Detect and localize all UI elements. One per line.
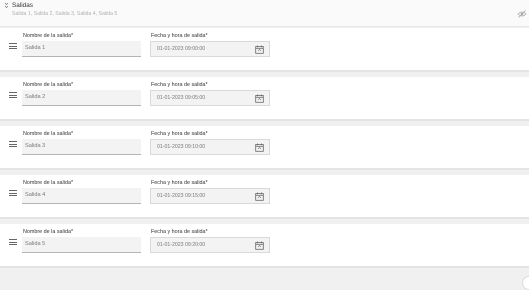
datetime-field-label: Fecha y hora de salida* — [151, 33, 208, 39]
name-field-label: Nombre de la salida* — [23, 131, 74, 137]
datetime-input[interactable]: 01-01-2023 09:05:00 — [150, 90, 270, 106]
calendar-icon[interactable] — [255, 143, 264, 152]
name-input[interactable]: Salida 2 — [22, 90, 141, 106]
name-input[interactable]: Salida 1 — [22, 41, 141, 57]
drag-handle-icon[interactable] — [9, 92, 17, 98]
section-header[interactable]: Salidas Salida 1, Salida 2, Salida 3, Sa… — [0, 0, 529, 27]
section-summary: Salida 1, Salida 2, Salida 3, Salida 4, … — [12, 11, 118, 17]
datetime-input[interactable]: 01-01-2023 09:15:00 — [150, 188, 270, 204]
name-input[interactable]: Salida 5 — [22, 237, 141, 253]
salida-row: Nombre de la salida* Salida 3 Fecha y ho… — [0, 126, 529, 170]
datetime-field-label: Fecha y hora de salida* — [151, 82, 208, 88]
calendar-icon[interactable] — [255, 45, 264, 54]
section-title: Salidas — [12, 2, 33, 9]
datetime-value: 01-01-2023 09:15:00 — [157, 193, 206, 199]
calendar-icon[interactable] — [255, 192, 264, 201]
drag-handle-icon[interactable] — [9, 239, 17, 245]
drag-handle-icon[interactable] — [9, 190, 17, 196]
datetime-field-label: Fecha y hora de salida* — [151, 131, 208, 137]
datetime-value: 01-01-2023 09:10:00 — [157, 144, 206, 150]
name-field-label: Nombre de la salida* — [23, 33, 74, 39]
salida-row: Nombre de la salida* Salida 1 Fecha y ho… — [0, 28, 529, 72]
chevron-collapse-icon[interactable] — [4, 2, 9, 9]
name-input[interactable]: Salida 4 — [22, 188, 141, 204]
salida-row: Nombre de la salida* Salida 5 Fecha y ho… — [0, 224, 529, 268]
salida-row: Nombre de la salida* Salida 2 Fecha y ho… — [0, 77, 529, 121]
drag-handle-icon[interactable] — [9, 141, 17, 147]
eye-off-icon[interactable] — [517, 5, 527, 18]
datetime-input[interactable]: 01-01-2023 09:20:00 — [150, 237, 270, 253]
salida-row: Nombre de la salida* Salida 4 Fecha y ho… — [0, 175, 529, 219]
datetime-value: 01-01-2023 09:00:00 — [157, 46, 206, 52]
name-field-label: Nombre de la salida* — [23, 229, 74, 235]
calendar-icon[interactable] — [255, 241, 264, 250]
datetime-value: 01-01-2023 09:20:00 — [157, 242, 206, 248]
name-field-label: Nombre de la salida* — [23, 82, 74, 88]
calendar-icon[interactable] — [255, 94, 264, 103]
datetime-input[interactable]: 01-01-2023 09:00:00 — [150, 41, 270, 57]
name-field-label: Nombre de la salida* — [23, 180, 74, 186]
datetime-field-label: Fecha y hora de salida* — [151, 229, 208, 235]
datetime-input[interactable]: 01-01-2023 09:10:00 — [150, 139, 270, 155]
floating-action-badge[interactable] — [522, 276, 529, 290]
drag-handle-icon[interactable] — [9, 43, 17, 49]
datetime-field-label: Fecha y hora de salida* — [151, 180, 208, 186]
name-input[interactable]: Salida 3 — [22, 139, 141, 155]
datetime-value: 01-01-2023 09:05:00 — [157, 95, 206, 101]
